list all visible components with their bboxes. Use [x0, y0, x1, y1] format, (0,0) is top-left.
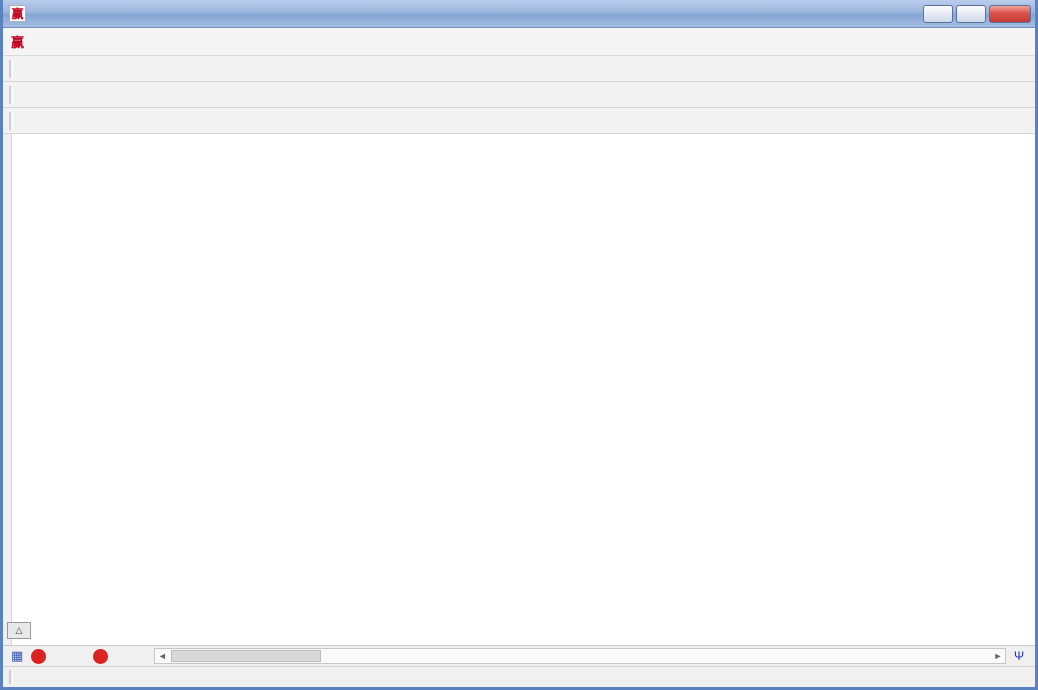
shanghai-index-quote[interactable]: [27, 649, 75, 664]
panel-toggle-button[interactable]: △: [7, 622, 31, 639]
chart-left-strip: [3, 134, 12, 645]
statusbar-grip: [9, 670, 13, 684]
shanghai-exchange-icon: [31, 649, 46, 664]
restore-button[interactable]: [956, 5, 986, 23]
shenzhen-exchange-icon: [93, 649, 108, 664]
data-feed-status: Ψ: [1014, 649, 1027, 663]
bar-info-bar: [3, 666, 1035, 687]
antenna-icon: Ψ: [1014, 649, 1024, 663]
horizontal-scrollbar[interactable]: ◄ ►: [154, 648, 1006, 664]
close-button[interactable]: [989, 5, 1031, 23]
menubar: 赢: [3, 28, 1035, 56]
toolbar-draw-row: [3, 108, 1035, 134]
market-status-bar: ▦ ◄ ► Ψ: [3, 645, 1035, 666]
toolbar-main-row: [3, 56, 1035, 82]
scroll-left-arrow[interactable]: ◄: [155, 649, 169, 663]
toolbar-grip: [9, 86, 13, 104]
titlebar: 赢: [3, 0, 1035, 28]
chart-area: △: [3, 134, 1038, 645]
quotes-grid-icon: ▦: [11, 648, 23, 664]
scroll-right-arrow[interactable]: ►: [991, 649, 1005, 663]
app-window: 赢 赢 △ ▦: [0, 0, 1038, 690]
toolbar-grip: [9, 112, 13, 130]
chart-svg: [3, 134, 1038, 645]
minimize-button[interactable]: [923, 5, 953, 23]
menu-logo-icon: 赢: [11, 32, 24, 51]
app-logo-icon: 赢: [9, 5, 26, 22]
toolbar-view-row: [3, 82, 1035, 108]
shenzhen-index-quote[interactable]: [89, 649, 132, 664]
toolbar-grip: [9, 60, 13, 78]
scrollbar-thumb[interactable]: [171, 650, 321, 662]
